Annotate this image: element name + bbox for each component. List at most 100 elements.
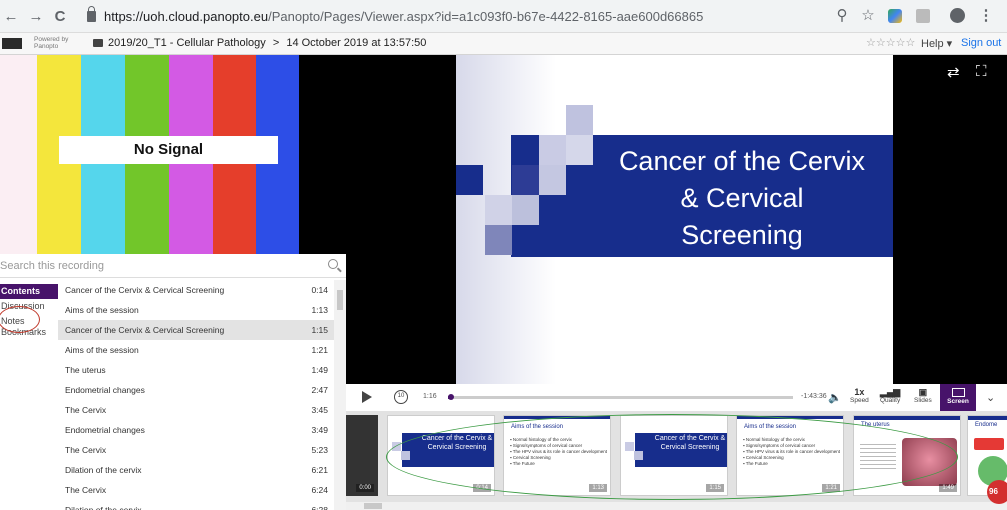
panopto-header: Powered by Panopto 2019/20_T1 - Cellular… [0,33,1007,55]
list-item[interactable]: Dilation of the cervix 6:21 [58,460,334,480]
list-item[interactable]: The Cervix 5:23 [58,440,334,460]
list-item-title: The uterus [65,365,106,375]
url-host: https://uoh.cloud.panopto.eu [104,9,269,24]
slide-title-line-3: Screening [681,220,803,250]
list-item-title: Cancer of the Cervix & Cervical Screenin… [65,285,225,295]
list-item[interactable]: Endometrial changes 2:47 [58,380,334,400]
thumbnail-video[interactable]: 0:00 [346,415,378,496]
list-item[interactable]: Dilation of the cervix 6:28 [58,500,334,510]
rewind-10-icon[interactable]: 10 [394,390,408,404]
breadcrumb-separator: > [272,37,280,49]
list-item-title: The Cervix [65,405,107,415]
list-item-title: Aims of the session [65,305,139,315]
extension-icon[interactable] [888,9,902,23]
remaining-time: -1:43:36 [801,393,827,400]
thumbnail-time: 1:49 [939,484,957,492]
search-icon[interactable] [328,259,338,269]
main-video[interactable]: Cancer of the Cervix & Cervical Screenin… [346,55,1007,384]
search-box [0,254,346,278]
list-item[interactable]: Cancer of the Cervix & Cervical Screenin… [58,280,334,300]
breadcrumb: 2019/20_T1 - Cellular Pathology > 14 Oct… [108,37,426,49]
progress-knob[interactable] [448,394,455,400]
breadcrumb-folder[interactable]: 2019/20_T1 - Cellular Pathology [108,37,266,49]
speed-label: Speed [850,397,869,404]
speed-button[interactable]: 1x Speed [850,387,869,404]
list-item[interactable]: Aims of the session 1:21 [58,340,334,360]
secondary-video[interactable]: No Signal [0,55,346,254]
browser-toolbar: ← → C https://uoh.cloud.panopto.eu/Panop… [0,0,1007,33]
list-item[interactable]: The Cervix 3:45 [58,400,334,420]
speed-value: 1x [854,387,865,397]
list-item-time: 6:24 [311,485,328,495]
play-button[interactable] [362,391,372,403]
powered-by-label: Powered by Panopto [34,36,69,50]
screen-label: Screen [947,398,969,405]
contents-list: Cancer of the Cervix & Cervical Screenin… [58,280,334,510]
annotation-circle [0,306,40,333]
profile-avatar[interactable] [950,8,965,23]
list-item-title: Dilation of the cervix [65,465,142,475]
tab-contents[interactable]: Contents [0,284,58,299]
list-item-time: 2:47 [311,385,328,395]
scrollbar-thumb[interactable] [364,503,382,509]
list-item-time: 1:49 [311,365,328,375]
list-item[interactable]: The uterus 1:49 [58,360,334,380]
list-item-time: 3:49 [311,425,328,435]
list-item-time: 3:45 [311,405,328,415]
list-item-title: Endometrial changes [65,385,145,395]
notification-badge[interactable]: 96 [987,480,1007,504]
strip-scrollbar[interactable] [346,502,1007,510]
url-path: /Panopto/Pages/Viewer.aspx?id=a1c093f0-b… [268,9,704,24]
thumbnail-time: 0:00 [356,484,374,492]
screen-button[interactable]: Screen [940,384,976,411]
volume-icon[interactable]: 🔈 [828,391,842,404]
search-input[interactable] [0,257,310,275]
annotation-ellipse [386,414,958,500]
left-panel: No Signal Contents Discussion Notes Book… [0,55,346,510]
help-menu[interactable]: Help ▾ [921,37,952,50]
reload-icon[interactable]: C [51,8,69,25]
bookmark-star-icon[interactable]: ☆ [858,7,878,25]
rating-stars[interactable]: ☆☆☆☆☆ [866,36,915,49]
list-item[interactable]: The Cervix 6:24 [58,480,334,500]
slide-title: Cancer of the Cervix & Cervical Screenin… [596,143,888,254]
browser-menu-icon[interactable]: ⋮ [976,7,996,25]
list-item[interactable]: Cancer of the Cervix & Cervical Screenin… [58,320,334,340]
list-item[interactable]: Endometrial changes 3:49 [58,420,334,440]
address-bar[interactable]: https://uoh.cloud.panopto.eu/Panopto/Pag… [78,5,878,28]
list-item-time: 1:13 [311,305,328,315]
slides-button[interactable]: ▣ Slides [914,387,932,404]
quality-icon: ▂▄▆ [880,387,901,397]
list-item-time: 1:21 [311,345,328,355]
forward-icon[interactable]: → [27,8,45,25]
slides-icon: ▣ [918,387,928,397]
list-item-title: Aims of the session [65,345,139,355]
player-controls: 10 1:16 -1:43:36 🔈 1x Speed ▂▄▆ Quality … [346,384,1007,411]
back-icon[interactable]: ← [2,8,20,25]
scrollbar-thumb[interactable] [337,290,343,310]
slide-title-line-1: Cancer of the Cervix [618,146,866,176]
lock-icon [87,6,96,22]
list-item-time: 0:14 [311,285,328,295]
no-signal-label: No Signal [59,136,278,164]
sign-out-link[interactable]: Sign out [961,37,1001,49]
current-time: 1:16 [423,393,437,400]
contents-scrollbar[interactable] [334,280,346,510]
thumbnail-title: Endome [975,422,998,428]
list-item-title: Dilation of the cervix [65,505,142,510]
list-item[interactable]: Aims of the session 1:13 [58,300,334,320]
progress-bar[interactable] [448,394,793,400]
zoom-icon[interactable]: ⚲ [832,7,852,25]
chevron-down-icon[interactable]: ⌄ [986,391,995,404]
screen-icon [951,388,965,397]
extension-icon-2[interactable] [916,9,930,23]
folder-icon [93,39,103,47]
swap-icon[interactable]: ⇄ [947,63,960,81]
slides-label: Slides [914,397,932,404]
quality-button[interactable]: ▂▄▆ Quality [880,387,900,404]
list-item-title: The Cervix [65,485,107,495]
thumbnail-strip: 0:00 Cancer of the Cervix & Cervical Scre… [346,411,1007,510]
fullscreen-icon[interactable]: ⛶ [976,63,987,80]
list-item-title: Cancer of the Cervix & Cervical Screenin… [65,325,225,335]
list-item-title: The Cervix [65,445,107,455]
